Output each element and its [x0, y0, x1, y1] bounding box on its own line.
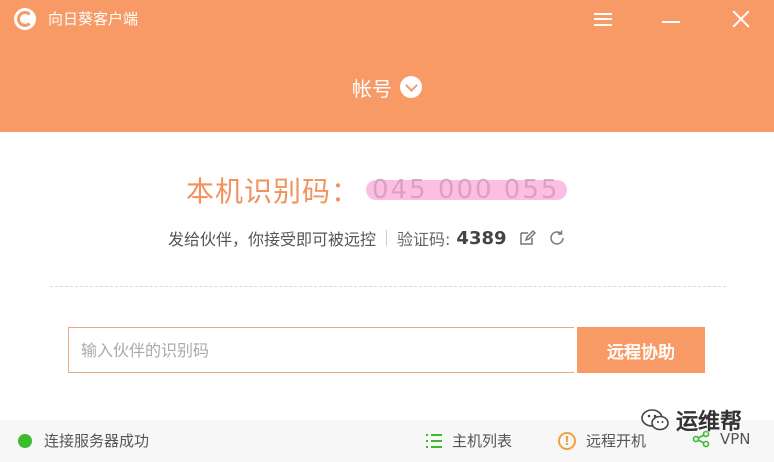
- remote-assist-button[interactable]: 远程协助: [577, 327, 705, 373]
- verification-row: 发给伙伴，你接受即可被远控 验证码: 4389: [168, 224, 567, 252]
- section-divider: [50, 286, 726, 287]
- close-icon: [732, 10, 750, 28]
- menu-button[interactable]: [590, 6, 616, 32]
- verification-code-label: 验证码:: [397, 230, 451, 249]
- minimize-button[interactable]: [658, 6, 684, 32]
- list-icon: [426, 433, 442, 448]
- status-dot-icon: [18, 433, 32, 448]
- host-list-label: 主机列表: [452, 432, 513, 450]
- machine-id-row: 本机识别码： 045 000 055: [186, 168, 568, 212]
- chevron-down-icon[interactable]: [400, 76, 422, 98]
- verification-code-value: 4389: [456, 227, 507, 249]
- account-label: 帐号: [352, 76, 392, 101]
- machine-id-label: 本机识别码：: [186, 175, 361, 208]
- account-selector[interactable]: 帐号: [0, 70, 774, 104]
- host-list-button[interactable]: 主机列表: [426, 430, 512, 451]
- machine-id-value: 045 000 055: [366, 175, 568, 205]
- menu-icon: [594, 12, 612, 26]
- wechat-icon: [641, 409, 669, 431]
- refresh-icon[interactable]: [547, 228, 567, 248]
- share-hint: 发给伙伴，你接受即可被远控: [168, 230, 377, 249]
- remote-boot-label: 远程开机: [586, 432, 647, 450]
- exclamation-icon: !: [558, 431, 576, 450]
- watermark-text: 运维帮: [676, 410, 743, 435]
- remote-boot-button[interactable]: ! 远程开机: [558, 430, 646, 451]
- partner-id-input[interactable]: [68, 327, 574, 373]
- edit-icon[interactable]: [517, 228, 537, 248]
- watermark: 运维帮: [640, 404, 742, 436]
- app-title: 向日葵客户端: [48, 10, 139, 28]
- divider: [386, 230, 388, 246]
- connection-status: 连接服务器成功: [18, 430, 149, 451]
- app-logo-icon: [14, 8, 36, 30]
- close-button[interactable]: [728, 6, 754, 32]
- title-bar: 向日葵客户端 帐号: [0, 0, 774, 132]
- minimize-icon: [662, 21, 680, 23]
- status-text: 连接服务器成功: [44, 432, 150, 450]
